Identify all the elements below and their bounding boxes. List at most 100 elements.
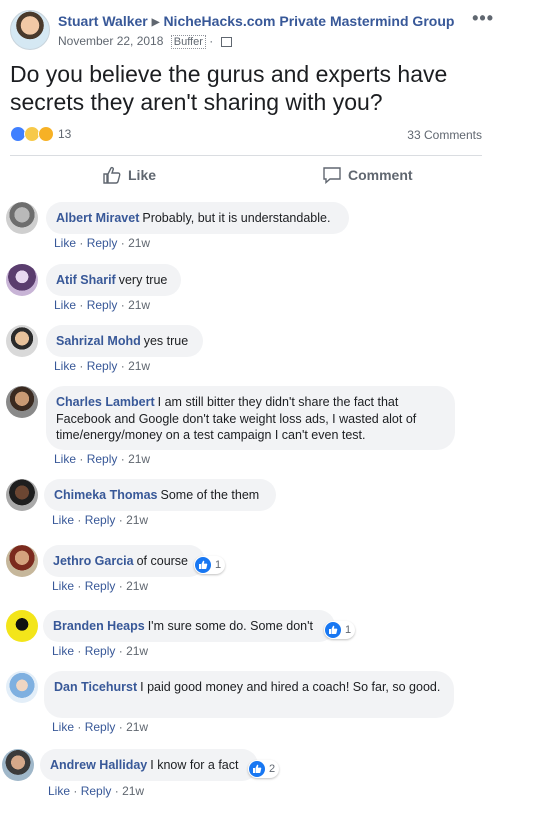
comment-like-link[interactable]: Like [52, 579, 74, 593]
commenter-avatar[interactable] [6, 325, 38, 357]
comment-item: Charles Lambert I am still bitter they di… [6, 386, 526, 466]
comment-item: Andrew Halliday I know for a fact 2 Like … [2, 749, 526, 809]
commenter-avatar[interactable] [6, 386, 38, 418]
like-count: 1 [215, 559, 222, 571]
post-header: Stuart Walker ▶ NicheHacks.com Private Mas… [10, 8, 530, 56]
commenter-name[interactable]: Andrew Halliday [50, 758, 147, 772]
comment-time[interactable]: 21w [128, 359, 150, 373]
comment-time[interactable]: 21w [126, 513, 148, 527]
commenter-name[interactable]: Dan Ticehurst [54, 680, 137, 694]
comment-text: I paid good money and hired a coach! So … [140, 680, 441, 694]
comment-button[interactable]: Comment [322, 166, 534, 184]
comment-like-link[interactable]: Like [52, 644, 74, 658]
comment-reply-link[interactable]: Reply [87, 359, 118, 373]
meta-separator: · [209, 34, 214, 48]
comment-reply-link[interactable]: Reply [85, 513, 116, 527]
group-name[interactable]: NicheHacks.com Private Mastermind Group [163, 13, 454, 29]
comment-actions: Like · Reply · 21w [52, 579, 149, 593]
comment-reply-link[interactable]: Reply [85, 720, 116, 734]
comment-time[interactable]: 21w [126, 579, 148, 593]
comment-reply-link[interactable]: Reply [85, 579, 116, 593]
comments-count[interactable]: 33 Comments [407, 128, 482, 142]
comment-time[interactable]: 21w [126, 720, 148, 734]
like-count: 1 [345, 624, 352, 636]
more-options-icon[interactable]: ••• [472, 8, 494, 29]
comment-like-badge[interactable]: 2 [248, 760, 280, 778]
comment-reply-link[interactable]: Reply [85, 644, 116, 658]
comment-reply-link[interactable]: Reply [87, 236, 118, 250]
comment-like-link[interactable]: Like [52, 513, 74, 527]
like-button-label: Like [128, 167, 157, 183]
comment-like-link[interactable]: Like [54, 298, 76, 312]
commenter-avatar[interactable] [6, 479, 38, 511]
comment-time[interactable]: 21w [122, 784, 144, 798]
comment-time[interactable]: 21w [126, 644, 148, 658]
commenter-name[interactable]: Albert Miravet [56, 211, 139, 225]
thumbs-up-icon [103, 166, 121, 184]
commenter-avatar[interactable] [6, 610, 38, 642]
post-text: Do you believe the gurus and experts hav… [10, 61, 448, 115]
commenter-avatar[interactable] [6, 202, 38, 234]
comment-reply-link[interactable]: Reply [81, 784, 112, 798]
comment-bubble: Sahrizal Mohd yes true [46, 325, 203, 357]
comment-bubble: Albert Miravet Probably, but it is unders… [46, 202, 349, 234]
comment-reply-link[interactable]: Reply [87, 298, 118, 312]
comment-like-badge[interactable]: 1 [324, 621, 356, 639]
author-name[interactable]: Stuart Walker [58, 13, 148, 29]
via-app-tag[interactable]: Buffer [170, 35, 206, 49]
reaction-count[interactable]: 13 [58, 127, 71, 141]
comment-bubble: Chimeka Thomas Some of the them [44, 479, 276, 511]
comment-actions: Like · Reply · 21w [48, 784, 145, 798]
commenter-avatar[interactable] [6, 545, 38, 577]
comment-item: Sahrizal Mohd yes true Like · Reply · 21w [6, 325, 526, 375]
comment-actions: Like · Reply · 21w [52, 644, 149, 658]
comment-item: Atif Sharif very true Like · Reply · 21w [6, 264, 526, 314]
comment-button-label: Comment [348, 167, 413, 183]
wow-reaction-icon[interactable] [38, 126, 54, 142]
comment-like-link[interactable]: Like [54, 452, 76, 466]
comment-text: I'm sure some do. Some don't [147, 619, 313, 633]
comment-bubble: Charles Lambert I am still bitter they di… [46, 386, 455, 450]
comment-time[interactable]: 21w [128, 452, 150, 466]
commenter-name[interactable]: Jethro Garcia [53, 554, 134, 568]
comment-item: Albert Miravet Probably, but it is unders… [6, 202, 526, 252]
divider [10, 155, 482, 156]
comment-like-link[interactable]: Like [48, 784, 70, 798]
comment-item: Jethro Garcia of course 1 Like · Reply · … [6, 545, 526, 595]
commenter-avatar[interactable] [2, 749, 34, 781]
commenter-avatar[interactable] [6, 671, 38, 703]
comment-bubble-icon [323, 167, 341, 184]
comment-like-link[interactable]: Like [54, 359, 76, 373]
comment-like-link[interactable]: Like [52, 720, 74, 734]
comment-bubble: Branden Heaps I'm sure some do. Some don'… [43, 610, 335, 642]
like-button[interactable]: Like [102, 166, 156, 184]
comment-time[interactable]: 21w [128, 236, 150, 250]
comment-text: Probably, but it is understandable. [142, 211, 331, 225]
commenter-name[interactable]: Atif Sharif [56, 273, 116, 287]
comment-bubble: Dan Ticehurst I paid good money and hired… [44, 671, 454, 718]
comment-item: Chimeka Thomas Some of the them Like · Re… [6, 479, 526, 529]
comment-actions: Like · Reply · 21w [54, 236, 151, 250]
comment-like-badge[interactable]: 1 [194, 556, 226, 574]
comment-like-link[interactable]: Like [54, 236, 76, 250]
author-line: Stuart Walker ▶ NicheHacks.com Private Mas… [58, 13, 454, 29]
comment-actions: Like · Reply · 21w [54, 359, 151, 373]
comment-reply-link[interactable]: Reply [87, 452, 118, 466]
comment-bubble: Jethro Garcia of course [43, 545, 205, 577]
post-action-bar: Like Comment [10, 160, 482, 192]
commenter-name[interactable]: Branden Heaps [53, 619, 145, 633]
commenter-name[interactable]: Sahrizal Mohd [56, 334, 141, 348]
author-avatar[interactable] [10, 10, 50, 50]
commenter-name[interactable]: Charles Lambert [56, 395, 155, 409]
comment-text: yes true [143, 334, 189, 348]
comment-time[interactable]: 21w [128, 298, 150, 312]
post-date[interactable]: November 22, 2018 [58, 34, 163, 48]
commenter-avatar[interactable] [6, 264, 38, 296]
commenter-name[interactable]: Chimeka Thomas [54, 488, 158, 502]
comment-actions: Like · Reply · 21w [52, 513, 149, 527]
comment-actions: Like · Reply · 21w [54, 298, 151, 312]
post-meta: November 22, 2018 Buffer · [58, 34, 232, 49]
comment-item: Branden Heaps I'm sure some do. Some don'… [6, 610, 526, 660]
comment-actions: Like · Reply · 21w [52, 720, 149, 734]
comment-text: very true [118, 273, 168, 287]
